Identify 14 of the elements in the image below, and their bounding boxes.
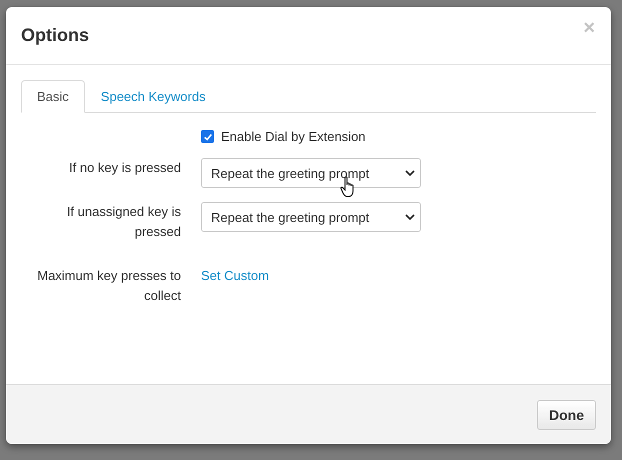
tab[interactable]: Speech Keywords [84, 80, 222, 113]
caret-icon [405, 214, 415, 220]
caret-icon [405, 170, 415, 176]
set-custom-link[interactable]: Set Custom [201, 268, 269, 283]
field-label: Maximum key presses to collect [37, 268, 181, 303]
dropdown[interactable]: Repeat the greeting prompt [201, 158, 421, 188]
tab[interactable]: Basic [21, 80, 85, 113]
field-label: If no key is pressed [69, 160, 181, 175]
dropdown[interactable]: Repeat the greeting prompt [201, 202, 421, 232]
field-label: If unassigned key is pressed [66, 204, 181, 239]
dialog-title: Options [21, 25, 89, 46]
done-button[interactable]: Done [537, 400, 596, 430]
checkbox[interactable] [201, 130, 214, 143]
checkbox-label: Enable Dial by Extension [221, 129, 366, 144]
